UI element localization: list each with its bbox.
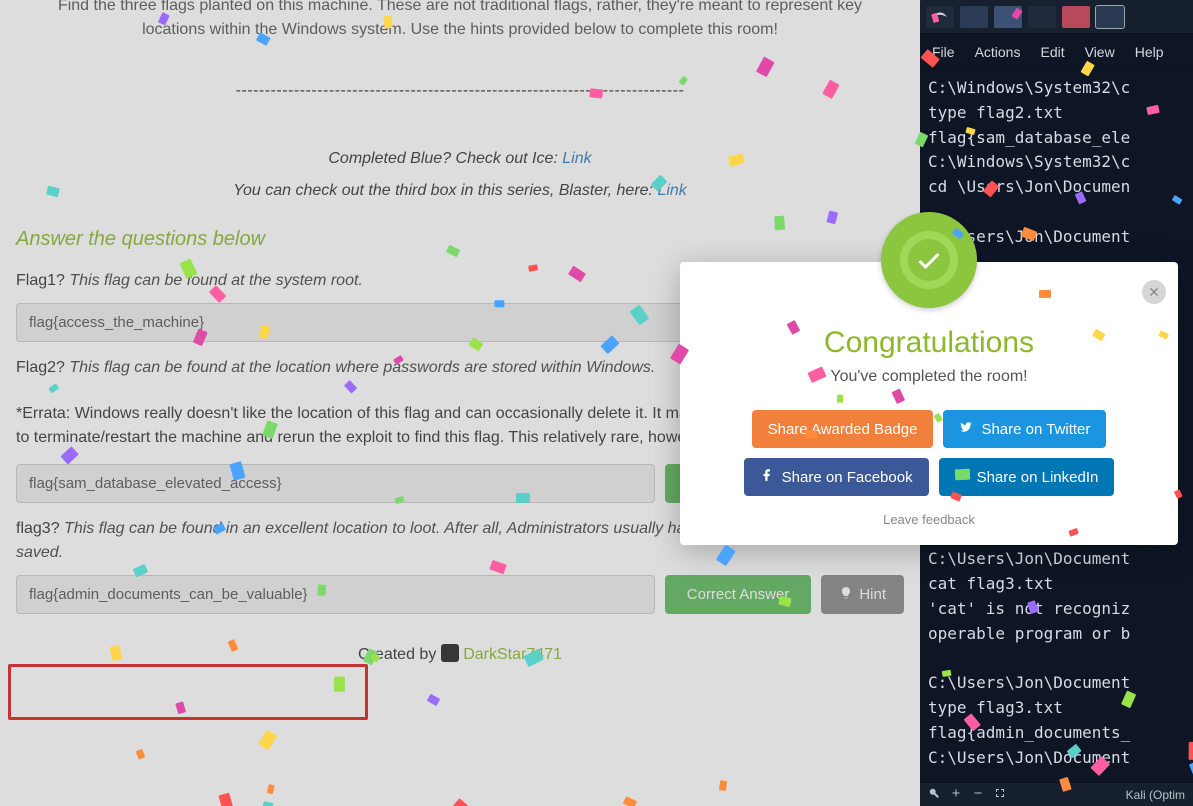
menu-actions[interactable]: Actions [975, 44, 1021, 60]
divider-dashes: ----------------------------------------… [16, 82, 904, 100]
link-blaster-a[interactable]: Link [657, 182, 686, 199]
created-by-label: Created by [358, 646, 441, 663]
link-blaster-text: You can check out the third box in this … [233, 182, 657, 199]
link-blue: Completed Blue? Check out Ice: Link [16, 150, 904, 168]
menu-help[interactable]: Help [1135, 44, 1164, 60]
q2-hint: This flag can be found at the location w… [69, 359, 655, 376]
hint-btn-3-label: Hint [859, 586, 886, 603]
share-button-row: Share Awarded Badge Share on Twitter Sha… [700, 410, 1158, 496]
share-twitter-label: Share on Twitter [981, 421, 1090, 438]
terminal-icon[interactable] [1028, 6, 1056, 28]
files-icon[interactable] [994, 6, 1022, 28]
creator-link[interactable]: DarkStar7471 [463, 646, 562, 663]
desktop-switcher-1-icon[interactable] [960, 6, 988, 28]
twitter-icon [959, 420, 973, 438]
terminal-statusbar: Kali (Optim [920, 782, 1193, 806]
answer-row-3: Correct Answer Hint [16, 575, 904, 614]
link-blaster: You can check out the third box in this … [16, 182, 904, 200]
congrats-modal: ✕ Congratulations You've completed the r… [680, 262, 1178, 545]
share-facebook-button[interactable]: Share on Facebook [744, 458, 929, 496]
menu-view[interactable]: View [1085, 44, 1115, 60]
correct-answer-button-3[interactable]: Correct Answer [665, 575, 812, 614]
creator-avatar-icon [441, 644, 459, 662]
bulb-icon [839, 586, 853, 604]
plus-icon[interactable] [950, 787, 962, 802]
q3-label: flag3? [16, 520, 64, 537]
answer-section-header: Answer the questions below [16, 228, 904, 251]
modal-title: Congratulations [700, 326, 1158, 360]
kali-menu-icon[interactable] [926, 6, 954, 28]
expand-icon[interactable] [994, 787, 1006, 802]
wrench-icon[interactable] [928, 787, 940, 802]
answer-input-1[interactable] [16, 303, 747, 342]
facebook-icon [760, 468, 774, 486]
check-icon [900, 231, 958, 289]
share-linkedin-button[interactable]: Share on LinkedIn [939, 458, 1115, 496]
share-linkedin-label: Share on LinkedIn [977, 469, 1099, 486]
terminal-menubar: File Actions Edit View Help [920, 34, 1193, 70]
answer-input-3[interactable] [16, 575, 655, 614]
desc-l1: Find the three flags planted on this mac… [58, 0, 862, 14]
link-ice[interactable]: Link [562, 150, 591, 167]
linkedin-icon [955, 468, 969, 486]
menu-file[interactable]: File [932, 44, 955, 60]
status-label: Kali (Optim [1126, 788, 1185, 802]
share-twitter-button[interactable]: Share on Twitter [943, 410, 1106, 448]
taskbar [920, 0, 1193, 34]
link-blue-text: Completed Blue? Check out Ice: [328, 150, 562, 167]
answer-input-2[interactable] [16, 464, 655, 503]
q1-hint: This flag can be found at the system roo… [69, 272, 363, 289]
leave-feedback-link[interactable]: Leave feedback [700, 512, 1158, 527]
close-icon: ✕ [1148, 284, 1160, 301]
q1-label: Flag1? [16, 272, 69, 289]
created-by: Created by DarkStar7471 [16, 644, 904, 664]
q2-label: Flag2? [16, 359, 69, 376]
share-facebook-label: Share on Facebook [782, 469, 913, 486]
modal-subtitle: You've completed the room! [700, 368, 1158, 386]
close-button[interactable]: ✕ [1142, 280, 1166, 304]
success-badge [881, 212, 977, 308]
minus-icon[interactable] [972, 787, 984, 802]
app-icon[interactable] [1062, 6, 1090, 28]
menu-edit[interactable]: Edit [1040, 44, 1064, 60]
room-description: Find the three flags planted on this mac… [16, 0, 904, 42]
active-terminal-icon[interactable] [1096, 6, 1124, 28]
hint-button-3[interactable]: Hint [821, 575, 904, 614]
desc-l2: locations within the Windows system. Use… [142, 21, 778, 38]
share-badge-button[interactable]: Share Awarded Badge [752, 410, 934, 448]
